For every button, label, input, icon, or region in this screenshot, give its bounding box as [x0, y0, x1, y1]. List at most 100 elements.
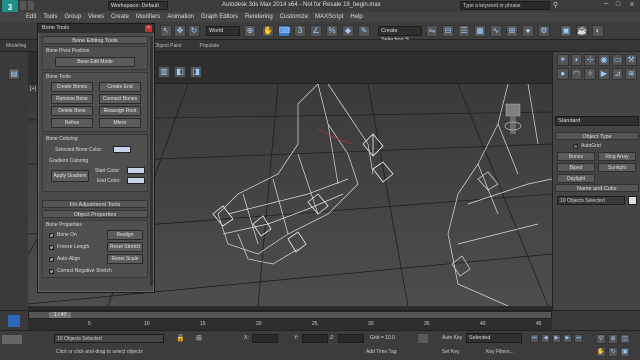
maximize-icon[interactable]: □: [612, 0, 624, 10]
select-manipulate-icon[interactable]: ✋: [262, 25, 274, 37]
bones-button[interactable]: Bones: [557, 152, 595, 161]
active-shade-icon[interactable]: ◐: [592, 25, 604, 37]
connect-bones-button[interactable]: Connect Bones: [99, 94, 141, 104]
helpers-icon[interactable]: ⊿: [611, 68, 624, 80]
name-color-header[interactable]: Name and Color: [555, 184, 639, 192]
biped-button[interactable]: Biped: [557, 163, 595, 172]
minimize-icon[interactable]: –: [600, 0, 612, 10]
bone-on-checkbox[interactable]: ✓: [49, 233, 54, 239]
create-tab-icon[interactable]: ✶: [557, 54, 569, 66]
autogrid-checkbox[interactable]: [573, 144, 578, 149]
lock-icon[interactable]: 🔒: [176, 334, 185, 343]
key-filters-button[interactable]: Key Filters...: [486, 349, 514, 355]
reference-coordinate-dropdown[interactable]: World: [206, 26, 240, 36]
schematic-icon[interactable]: ⊞: [506, 25, 518, 37]
snaps-icon[interactable]: 3: [294, 25, 306, 37]
freeze-length-checkbox[interactable]: ✓: [49, 245, 54, 251]
selection-icon[interactable]: ◨: [190, 66, 202, 78]
undo-icon[interactable]: [20, 1, 26, 10]
zoom-icon[interactable]: ⚲: [596, 334, 606, 344]
add-time-tag[interactable]: Add Time Tag: [366, 349, 396, 355]
zoom-extents-icon[interactable]: ◫: [620, 334, 630, 344]
reset-stretch-button[interactable]: Reset Stretch: [107, 242, 143, 252]
delete-bone-button[interactable]: Delete Bone: [51, 106, 93, 116]
angle-snap-icon[interactable]: ∠: [310, 25, 322, 37]
realign-button[interactable]: Realign: [107, 230, 143, 240]
play-icon[interactable]: ▶: [552, 334, 561, 343]
graphite-tool-icon[interactable]: ▥: [158, 66, 170, 78]
align-icon[interactable]: ⊟: [442, 25, 454, 37]
time-slider[interactable]: 1 / 47: [28, 311, 552, 319]
material-editor-icon[interactable]: ●: [522, 25, 534, 37]
zoom-all-icon[interactable]: ⊕: [608, 334, 618, 344]
edit-named-selection-icon[interactable]: ✎: [358, 25, 370, 37]
viewport-layout-icon[interactable]: ▤: [8, 68, 20, 80]
start-color-swatch[interactable]: [127, 167, 145, 174]
set-key-toggle-icon[interactable]: [418, 334, 428, 343]
freeform-icon[interactable]: ◧: [174, 66, 186, 78]
object-name-field[interactable]: 10 Objects Selected: [557, 196, 625, 205]
y-coordinate-field[interactable]: [302, 334, 328, 343]
menu-modifiers[interactable]: Modifiers: [136, 14, 160, 20]
menu-help[interactable]: Help: [350, 14, 362, 20]
absolute-mode-icon[interactable]: ⊞: [196, 334, 204, 343]
graphite-icon[interactable]: ▦: [474, 25, 486, 37]
curve-editor-icon[interactable]: ∿: [490, 25, 502, 37]
geometry-icon[interactable]: ●: [557, 68, 569, 80]
maximize-viewport-icon[interactable]: ▣: [620, 347, 630, 357]
previous-frame-icon[interactable]: ◀: [541, 334, 550, 343]
menu-animation[interactable]: Animation: [167, 14, 194, 20]
close-icon[interactable]: ×: [626, 0, 638, 10]
bone-tools-title[interactable]: Bone Tools: [38, 24, 154, 33]
mini-curve-editor-icon[interactable]: [8, 315, 20, 327]
window-close-icon[interactable]: ×: [145, 25, 152, 32]
set-key-button[interactable]: Set Key: [442, 349, 460, 355]
utilities-tab-icon[interactable]: ⚒: [625, 54, 638, 66]
named-selection-set[interactable]: Create Selection S: [378, 26, 422, 43]
time-slider-thumb[interactable]: 1 / 47: [49, 312, 71, 318]
correct-negative-stretch-checkbox[interactable]: ✓: [49, 269, 54, 275]
apply-gradient-button[interactable]: Apply Gradient: [51, 170, 89, 182]
selected-dropdown[interactable]: Selected: [466, 333, 522, 343]
object-color-swatch[interactable]: [628, 196, 637, 205]
maxscript-listener-icon[interactable]: [2, 335, 22, 344]
spinner-snap-icon[interactable]: ◆: [342, 25, 354, 37]
shapes-icon[interactable]: ◠: [570, 68, 583, 80]
bone-editing-header[interactable]: Bone Editing Tools: [42, 36, 148, 44]
layer-icon[interactable]: ☰: [458, 25, 470, 37]
menu-rendering[interactable]: Rendering: [245, 14, 273, 20]
select-icon[interactable]: ↖: [160, 25, 172, 37]
bone-edit-mode-button[interactable]: Bone Edit Mode: [55, 57, 135, 67]
ribbon-tab-modeling[interactable]: Modeling: [6, 43, 26, 49]
menu-maxscript[interactable]: MAXScript: [315, 14, 343, 20]
binoculars-icon[interactable]: ⚲: [553, 1, 561, 10]
viewport-label[interactable]: [+]: [30, 86, 36, 92]
object-type-header[interactable]: Object Type: [555, 132, 639, 140]
category-dropdown[interactable]: Standard: [555, 116, 639, 126]
lights-icon[interactable]: ✧: [584, 68, 597, 80]
search-input[interactable]: Type a keyword or phrase: [460, 1, 550, 10]
cameras-icon[interactable]: ▶: [598, 68, 610, 80]
auto-align-checkbox[interactable]: ✓: [49, 257, 54, 263]
menu-views[interactable]: Views: [88, 14, 104, 20]
menu-edit[interactable]: Edit: [26, 14, 36, 20]
z-coordinate-field[interactable]: [338, 334, 364, 343]
daylight-button[interactable]: Daylight: [557, 174, 595, 183]
ribbon-tab-object-paint[interactable]: Object Paint: [154, 43, 181, 49]
orbit-icon[interactable]: ↻: [608, 347, 618, 357]
menu-create[interactable]: Create: [111, 14, 129, 20]
window-scrollbar[interactable]: [150, 36, 153, 286]
pan-icon[interactable]: ✋: [596, 347, 606, 357]
menu-customize[interactable]: Customize: [280, 14, 308, 20]
keyboard-shortcut-icon[interactable]: ⌨: [278, 25, 291, 37]
fin-adjustment-header[interactable]: Fin Adjustment Tools: [42, 200, 148, 208]
selected-bone-color-swatch[interactable]: [113, 146, 131, 153]
menu-group[interactable]: Group: [64, 14, 81, 20]
ring-array-button[interactable]: Ring Array: [598, 152, 636, 161]
modify-tab-icon[interactable]: ◗: [570, 54, 583, 66]
spacewarps-icon[interactable]: ≋: [625, 68, 638, 80]
motion-tab-icon[interactable]: ◉: [598, 54, 610, 66]
sunlight-button[interactable]: Sunlight: [598, 163, 636, 172]
create-end-button[interactable]: Create End: [99, 82, 141, 92]
go-to-end-icon[interactable]: ⏭: [574, 334, 583, 343]
